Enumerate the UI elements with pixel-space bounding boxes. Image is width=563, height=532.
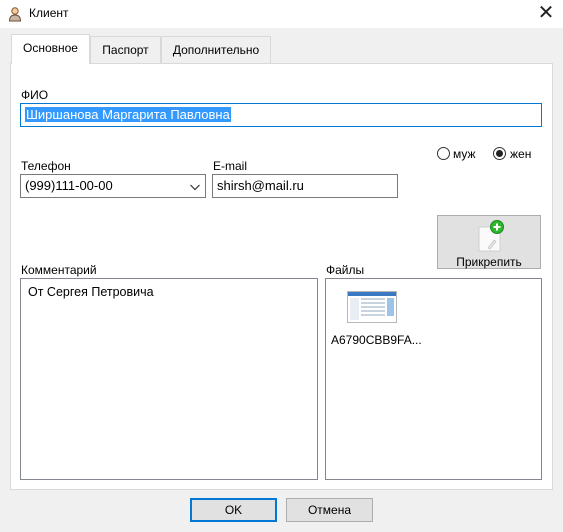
male-radio[interactable] <box>437 147 450 160</box>
female-radio[interactable] <box>493 147 506 160</box>
chevron-down-icon[interactable] <box>189 179 201 193</box>
cancel-button-label: Отмена <box>307 503 352 517</box>
file-item[interactable]: A6790CBB9FA... <box>331 291 431 351</box>
email-label: E-mail <box>213 159 248 173</box>
female-radio-label[interactable]: жен <box>510 147 531 161</box>
files-label: Файлы <box>326 263 365 277</box>
files-list[interactable]: A6790CBB9FA... <box>325 278 542 480</box>
tab-main-label: Основное <box>23 41 78 55</box>
email-value: shirsh@mail.ru <box>217 178 304 193</box>
tab-additional[interactable]: Дополнительно <box>161 36 271 64</box>
tab-main[interactable]: Основное <box>11 34 90 64</box>
male-radio-label[interactable]: муж <box>453 147 476 161</box>
ok-button[interactable]: OK <box>190 498 277 522</box>
phone-value: (999)111-00-00 <box>25 178 113 193</box>
attach-button[interactable]: Прикрепить <box>437 215 541 269</box>
tab-passport-label: Паспорт <box>102 43 149 57</box>
comment-label: Комментарий <box>21 263 97 277</box>
comment-text: От Сергея Петровича <box>28 285 154 299</box>
file-name: A6790CBB9FA... <box>331 333 422 347</box>
tab-passport[interactable]: Паспорт <box>90 36 161 64</box>
close-icon[interactable]: ✕ <box>535 1 557 25</box>
fio-field[interactable]: Ширшанова Маргарита Павловна <box>20 103 542 127</box>
email-field[interactable]: shirsh@mail.ru <box>212 174 398 198</box>
window-title: Клиент <box>29 6 69 20</box>
user-icon <box>7 6 23 22</box>
comment-textarea[interactable]: От Сергея Петровича <box>20 278 318 480</box>
title-bar: Клиент ✕ <box>0 0 563 28</box>
fio-value: Ширшанова Маргарита Павловна <box>25 107 231 122</box>
tab-additional-label: Дополнительно <box>172 43 260 57</box>
cancel-button[interactable]: Отмена <box>286 498 373 522</box>
phone-select[interactable]: (999)111-00-00 <box>20 174 206 198</box>
ok-button-label: OK <box>224 503 243 517</box>
phone-label: Телефон <box>21 159 71 173</box>
attach-button-label: Прикрепить <box>456 255 522 269</box>
file-thumbnail <box>347 291 397 323</box>
fio-label: ФИО <box>21 88 49 102</box>
attach-file-icon <box>476 220 506 252</box>
